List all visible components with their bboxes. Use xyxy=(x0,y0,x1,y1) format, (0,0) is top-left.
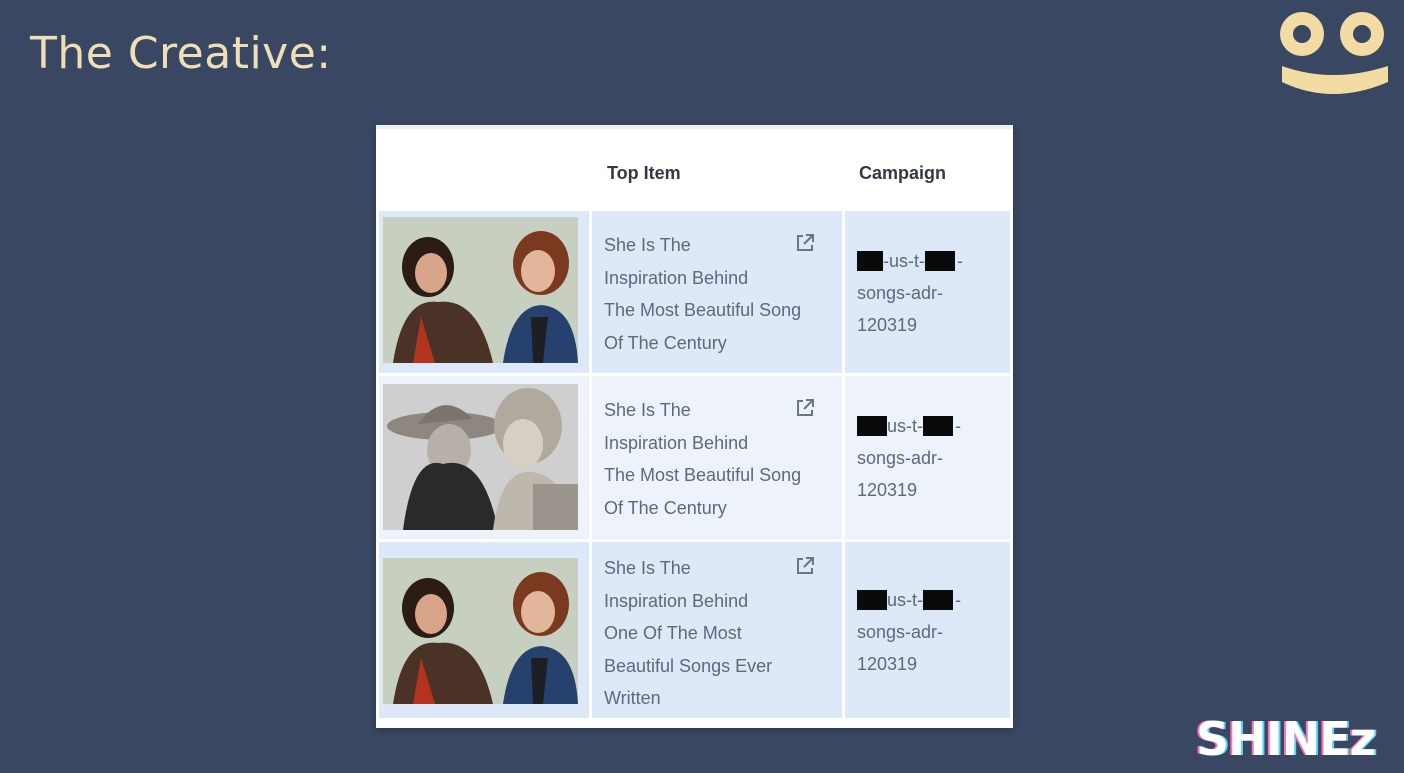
thumbnail-image[interactable] xyxy=(383,217,578,363)
thumbnail-cell xyxy=(379,542,589,718)
external-link-icon[interactable] xyxy=(793,396,817,420)
table-header: Top Item Campaign xyxy=(376,129,1013,211)
item-title[interactable]: She Is The Inspiration Behind The Most B… xyxy=(604,229,804,359)
creative-table-card: Top Item Campaign She Is The Inspiration… xyxy=(376,125,1013,728)
smiley-face-logo-icon xyxy=(1280,12,1388,94)
column-header-top-item[interactable]: Top Item xyxy=(607,163,681,184)
thumbnail-image[interactable] xyxy=(383,558,578,704)
item-title[interactable]: She Is The Inspiration Behind One Of The… xyxy=(604,552,804,715)
table-row: She Is The Inspiration Behind One Of The… xyxy=(376,542,1013,718)
table-row: She Is The Inspiration Behind The Most B… xyxy=(376,211,1013,373)
campaign-cell: us-t- - songs-adr- 120319 xyxy=(845,376,1010,539)
campaign-cell: -us-t- - songs-adr- 120319 xyxy=(845,211,1010,373)
top-item-cell: She Is The Inspiration Behind The Most B… xyxy=(592,376,842,539)
campaign-name: us-t- - songs-adr- 120319 xyxy=(857,416,961,500)
redacted-block xyxy=(857,251,883,271)
top-item-cell: She Is The Inspiration Behind The Most B… xyxy=(592,211,842,373)
external-link-icon[interactable] xyxy=(793,554,817,578)
thumbnail-cell xyxy=(379,211,589,373)
campaign-name: us-t- - songs-adr- 120319 xyxy=(857,590,961,674)
external-link-icon[interactable] xyxy=(793,231,817,255)
item-title[interactable]: She Is The Inspiration Behind The Most B… xyxy=(604,394,804,524)
thumbnail-image[interactable] xyxy=(383,384,578,530)
redacted-block xyxy=(857,590,887,610)
thumbnail-cell xyxy=(379,376,589,539)
campaign-name: -us-t- - songs-adr- 120319 xyxy=(857,251,963,335)
top-item-cell: She Is The Inspiration Behind One Of The… xyxy=(592,542,842,718)
shinez-wordmark: SHINEz xyxy=(1196,712,1376,766)
redacted-block xyxy=(923,590,953,610)
slide-title: The Creative: xyxy=(30,28,332,79)
redacted-block xyxy=(857,416,887,436)
redacted-block xyxy=(923,416,953,436)
column-header-campaign[interactable]: Campaign xyxy=(859,163,946,184)
redacted-block xyxy=(925,251,955,271)
campaign-cell: us-t- - songs-adr- 120319 xyxy=(845,542,1010,718)
table-row: She Is The Inspiration Behind The Most B… xyxy=(376,376,1013,539)
